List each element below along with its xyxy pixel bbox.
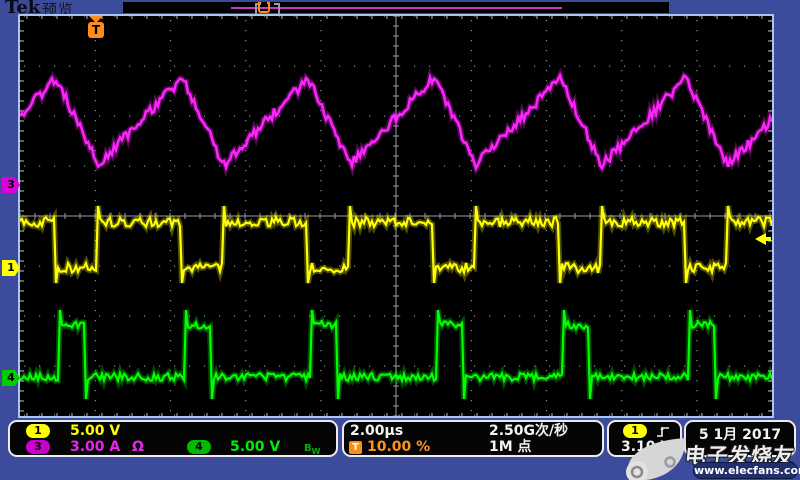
sample-rate-readout: 2.50G次/秒 [489,423,569,439]
trigger-flag-t-icon: T [88,22,104,38]
ch3-impedance-readout: Ω [132,439,144,455]
horizontal-settings-panel[interactable]: 2.00µs 2.50G次/秒 T 10.00 % 1M 点 [342,420,604,457]
vertical-settings-panel[interactable]: 1 5.00 V 3 3.00 A Ω 4 5.00 V BW [8,420,338,457]
ch4-badge[interactable]: 4 [187,440,211,454]
record-trigger-marker[interactable] [258,2,270,13]
trigger-t-icon: T [349,441,362,454]
watermark-url: www.elecfans.com [693,462,800,479]
record-waveform-line [231,7,562,9]
waveform-plot [20,16,772,416]
graticule-area[interactable] [20,16,772,416]
record-view-bar[interactable] [123,2,669,16]
ch4-bandwidth-limit-icon: BW [304,443,321,456]
timebase-readout: 2.00µs [350,423,404,439]
ch4-scale-readout: 5.00 V [230,439,281,455]
record-length-readout: 1M 点 [489,439,532,455]
ch3-scale-readout: 3.00 A [70,439,121,455]
screen-frame [18,14,774,418]
ch1-scale-readout: 5.00 V [70,423,121,439]
trigger-level-arrow-tail [765,237,771,241]
ch3-badge[interactable]: 3 [26,440,50,454]
oscilloscope-screen: Tek 预览 T 3 1 4 1 5.00 V 3 3.00 A Ω 4 5.0… [0,0,800,480]
trigger-position-readout: 10.00 % [367,439,431,455]
ch1-badge[interactable]: 1 [26,424,50,438]
trigger-position-flag[interactable]: T [88,16,104,39]
trigger-level-arrow[interactable] [755,233,771,245]
